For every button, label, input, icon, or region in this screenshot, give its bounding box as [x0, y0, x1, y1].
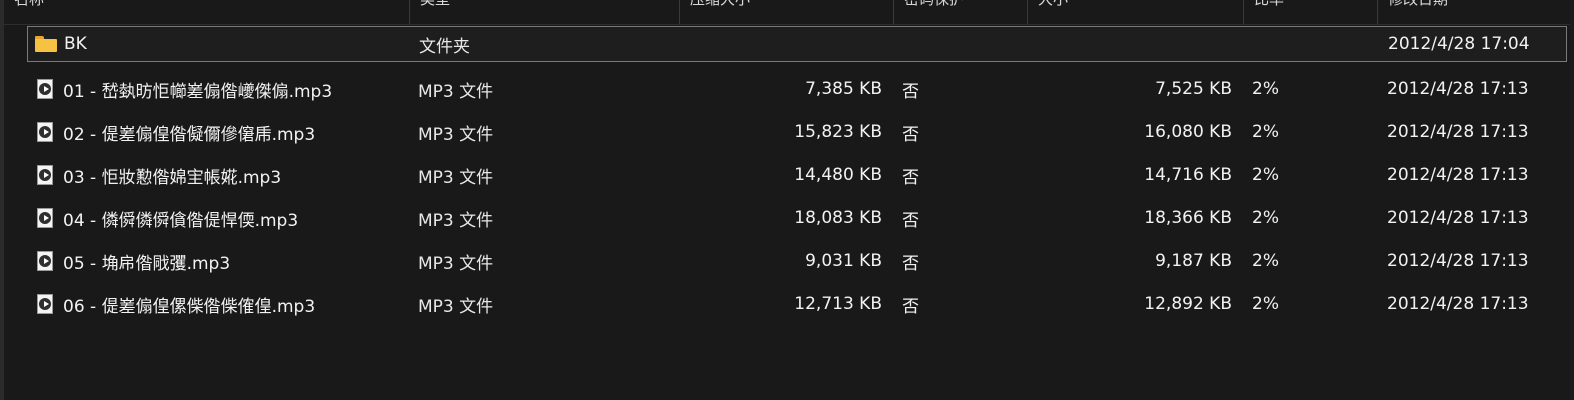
mp3-file-icon [31, 204, 59, 232]
file-row[interactable]: 01 - 嵆埶昉怇幯嵳傓偺巙傑傓.mp3 MP3 文件 7,385 KB 否 7,525… [27, 68, 1567, 110]
modified-date: 2012/4/28 17:13 [1387, 122, 1529, 142]
mp3-file-icon [31, 161, 59, 189]
file-name: 06 - 偍嵳傓偟傫偨偺偨傕偟.mp3 [63, 296, 316, 317]
modified-date: 2012/4/28 17:13 [1387, 165, 1529, 185]
scrollbar[interactable] [1570, 0, 1574, 400]
mp3-file-icon [31, 247, 59, 275]
modified-date: 2012/4/28 17:13 [1387, 208, 1529, 228]
file-list: BK 文件夹 2012/4/28 17:04 01 - 嵆埶昉怇幯嵳傓偺巙傑傓.mp3… [27, 26, 1567, 326]
file-name: 03 - 怇妝懃偺婂宔帳婲.mp3 [63, 167, 282, 188]
name-cell: 04 - 僯僢僯僢僋偺偍悍偄.mp3 [31, 197, 411, 239]
file-size [978, 27, 1233, 61]
compressed-size: 7,385 KB [805, 79, 882, 99]
modified-date: 2012/4/28 17:13 [1387, 294, 1529, 314]
folder-row[interactable]: BK 文件夹 2012/4/28 17:04 [27, 26, 1567, 62]
compression-ratio [1253, 27, 1353, 61]
compression-ratio: 2% [1252, 122, 1279, 142]
file-name: 01 - 嵆埶昉怇幯嵳傓偺巙傑傓.mp3 [63, 81, 333, 102]
compression-ratio: 2% [1252, 208, 1279, 228]
mp3-file-icon [31, 118, 59, 146]
file-size: 16,080 KB [1144, 122, 1232, 142]
column-header-compressed-size[interactable]: 压缩大小 [680, 0, 894, 24]
name-cell: 06 - 偍嵳傓偟傫偨偺偨傕偟.mp3 [31, 283, 411, 325]
column-header-type[interactable]: 类型 [410, 0, 680, 24]
file-size: 9,187 KB [1155, 251, 1232, 271]
compressed-size: 18,083 KB [794, 208, 882, 228]
file-row[interactable]: 05 - 埆帍偺戙彏.mp3 MP3 文件 9,031 KB 否 9,187 KB 2% 2… [27, 240, 1567, 282]
modified-date: 2012/4/28 17:13 [1387, 79, 1529, 99]
compression-ratio: 2% [1252, 294, 1279, 314]
compressed-size: 15,823 KB [794, 122, 882, 142]
file-row[interactable]: 06 - 偍嵳傓偟傫偨偺偨傕偟.mp3 MP3 文件 12,713 KB 否 12,89… [27, 283, 1567, 325]
file-size: 7,525 KB [1155, 79, 1232, 99]
file-size: 18,366 KB [1144, 208, 1232, 228]
compressed-size [628, 27, 883, 61]
file-name: 02 - 偍嵳傓偟偺儗儞傪僒乕.mp3 [63, 124, 316, 145]
file-row[interactable]: 02 - 偍嵳傓偟偺儗儞傪僒乕.mp3 MP3 文件 15,823 KB 否 16,08… [27, 111, 1567, 153]
file-size: 14,716 KB [1144, 165, 1232, 185]
file-name: BK [64, 34, 87, 54]
folder-icon [32, 30, 60, 58]
compressed-size: 14,480 KB [794, 165, 882, 185]
name-cell: BK [32, 27, 412, 61]
mp3-file-icon [31, 290, 59, 318]
modified-date: 2012/4/28 17:13 [1387, 251, 1529, 271]
compression-ratio: 2% [1252, 251, 1279, 271]
file-row[interactable]: 04 - 僯僢僯僢僋偺偍悍偄.mp3 MP3 文件 18,083 KB 否 18,366… [27, 197, 1567, 239]
name-cell: 02 - 偍嵳傓偟偺儗儞傪僒乕.mp3 [31, 111, 411, 153]
compression-ratio: 2% [1252, 79, 1279, 99]
column-header-name[interactable]: 名称 [4, 0, 410, 24]
file-list-window: 名称 类型 压缩大小 密码保护 大小 比率 修改日期 BK文件夹2012/4/2… [0, 0, 1574, 400]
file-size: 12,892 KB [1144, 294, 1232, 314]
modified-date: 2012/4/28 17:04 [1388, 34, 1530, 54]
compression-ratio: 2% [1252, 165, 1279, 185]
file-name: 05 - 埆帍偺戙彏.mp3 [63, 253, 231, 274]
window-left-edge [0, 0, 4, 400]
compressed-size: 9,031 KB [805, 251, 882, 271]
name-cell: 05 - 埆帍偺戙彏.mp3 [31, 240, 411, 282]
file-name: 04 - 僯僢僯僢僋偺偍悍偄.mp3 [63, 210, 299, 231]
mp3-file-icon [31, 75, 59, 103]
name-cell: 01 - 嵆埶昉怇幯嵳傓偺巙傑傓.mp3 [31, 68, 411, 110]
name-cell: 03 - 怇妝懃偺婂宔帳婲.mp3 [31, 154, 411, 196]
column-header-ratio[interactable]: 比率 [1244, 0, 1378, 24]
column-header-password[interactable]: 密码保护 [894, 0, 1028, 24]
column-header-date[interactable]: 修改日期 [1378, 0, 1574, 24]
file-row[interactable]: 03 - 怇妝懃偺婂宔帳婲.mp3 MP3 文件 14,480 KB 否 14,716 … [27, 154, 1567, 196]
column-header: 名称 类型 压缩大小 密码保护 大小 比率 修改日期 [4, 0, 1574, 25]
column-header-size[interactable]: 大小 [1028, 0, 1244, 24]
compressed-size: 12,713 KB [794, 294, 882, 314]
